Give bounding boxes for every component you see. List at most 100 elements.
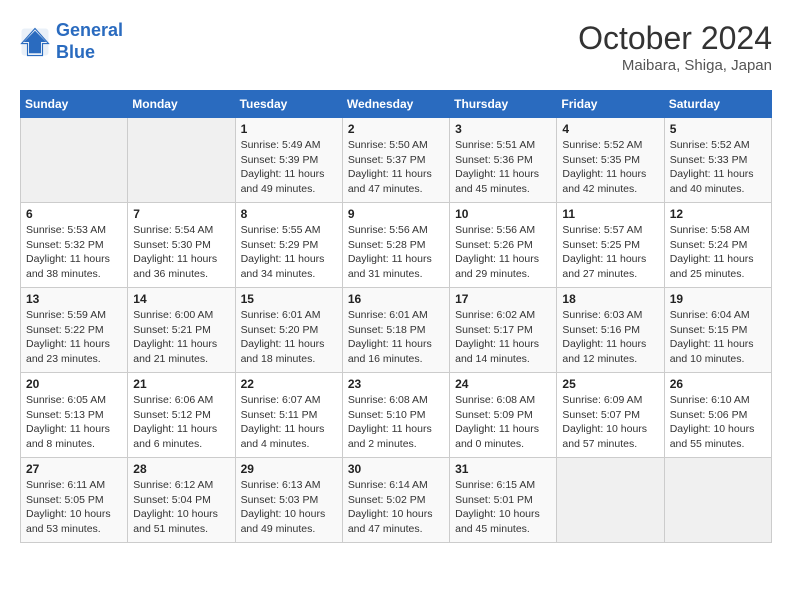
table-row: 8 Sunrise: 5:55 AMSunset: 5:29 PMDaylight… [235, 203, 342, 288]
day-info: Sunrise: 5:52 AMSunset: 5:33 PMDaylight:… [670, 138, 766, 197]
day-info: Sunrise: 6:00 AMSunset: 5:21 PMDaylight:… [133, 308, 229, 367]
day-number: 19 [670, 292, 766, 306]
table-row: 11Sunrise: 5:57 AMSunset: 5:25 PMDayligh… [557, 203, 664, 288]
table-row: 10 Sunrise: 5:56 AMSunset: 5:26 PMDayligh… [450, 203, 557, 288]
day-info: Sunrise: 5:53 AMSunset: 5:32 PMDaylight:… [26, 223, 122, 282]
table-row: 7 Sunrise: 5:54 AMSunset: 5:30 PMDaylight… [128, 203, 235, 288]
day-info: Sunrise: 6:09 AMSunset: 5:07 PMDaylight:… [562, 393, 658, 452]
day-number: 31 [455, 462, 551, 476]
day-info: Sunrise: 6:03 AMSunset: 5:16 PMDaylight:… [562, 308, 658, 367]
table-row: 2 Sunrise: 5:50 AMSunset: 5:37 PMDaylight… [342, 118, 449, 203]
table-row: 23 Sunrise: 6:08 AMSunset: 5:10 PMDayligh… [342, 373, 449, 458]
table-row: 27 Sunrise: 6:11 AMSunset: 5:05 PMDayligh… [21, 458, 128, 543]
table-row: 4Sunrise: 5:52 AMSunset: 5:35 PMDaylight… [557, 118, 664, 203]
table-row: 20Sunrise: 6:05 AMSunset: 5:13 PMDayligh… [21, 373, 128, 458]
table-row: 5 Sunrise: 5:52 AMSunset: 5:33 PMDaylight… [664, 118, 771, 203]
day-info: Sunrise: 5:59 AMSunset: 5:22 PMDaylight:… [26, 308, 122, 367]
day-number: 3 [455, 122, 551, 136]
day-info: Sunrise: 6:04 AMSunset: 5:15 PMDaylight:… [670, 308, 766, 367]
day-number: 29 [241, 462, 337, 476]
table-row: 6Sunrise: 5:53 AMSunset: 5:32 PMDaylight… [21, 203, 128, 288]
day-info: Sunrise: 6:08 AMSunset: 5:10 PMDaylight:… [348, 393, 444, 452]
day-info: Sunrise: 5:58 AMSunset: 5:24 PMDaylight:… [670, 223, 766, 282]
day-info: Sunrise: 5:54 AMSunset: 5:30 PMDaylight:… [133, 223, 229, 282]
logo: General Blue [20, 20, 123, 63]
day-number: 17 [455, 292, 551, 306]
logo-blue: Blue [56, 42, 123, 64]
table-row: 19 Sunrise: 6:04 AMSunset: 5:15 PMDayligh… [664, 288, 771, 373]
table-row: 25 Sunrise: 6:09 AMSunset: 5:07 PMDayligh… [557, 373, 664, 458]
day-number: 26 [670, 377, 766, 391]
day-info: Sunrise: 5:57 AMSunset: 5:25 PMDaylight:… [562, 223, 658, 282]
table-row: 21Sunrise: 6:06 AMSunset: 5:12 PMDayligh… [128, 373, 235, 458]
day-number: 25 [562, 377, 658, 391]
page-header: General Blue October 2024 Maibara, Shiga… [20, 20, 772, 74]
table-row: 15Sunrise: 6:01 AMSunset: 5:20 PMDayligh… [235, 288, 342, 373]
col-saturday: Saturday [664, 91, 771, 118]
col-sunday: Sunday [21, 91, 128, 118]
day-info: Sunrise: 5:55 AMSunset: 5:29 PMDaylight:… [241, 223, 337, 282]
day-number: 16 [348, 292, 444, 306]
day-info: Sunrise: 6:08 AMSunset: 5:09 PMDaylight:… [455, 393, 551, 452]
day-info: Sunrise: 6:10 AMSunset: 5:06 PMDaylight:… [670, 393, 766, 452]
table-row: 18 Sunrise: 6:03 AMSunset: 5:16 PMDayligh… [557, 288, 664, 373]
day-number: 18 [562, 292, 658, 306]
day-info: Sunrise: 5:52 AMSunset: 5:35 PMDaylight:… [562, 138, 658, 197]
table-row: 1 Sunrise: 5:49 AMSunset: 5:39 PMDaylight… [235, 118, 342, 203]
day-number: 13 [26, 292, 122, 306]
col-tuesday: Tuesday [235, 91, 342, 118]
day-info: Sunrise: 6:11 AMSunset: 5:05 PMDaylight:… [26, 478, 122, 537]
col-wednesday: Wednesday [342, 91, 449, 118]
day-info: Sunrise: 6:01 AMSunset: 5:20 PMDaylight:… [241, 308, 337, 367]
table-row: 26 Sunrise: 6:10 AMSunset: 5:06 PMDayligh… [664, 373, 771, 458]
day-number: 1 [241, 122, 337, 136]
table-row [21, 118, 128, 203]
day-number: 2 [348, 122, 444, 136]
table-row: 28Sunrise: 6:12 AMSunset: 5:04 PMDayligh… [128, 458, 235, 543]
logo-general: General [56, 20, 123, 40]
table-row [664, 458, 771, 543]
day-info: Sunrise: 5:51 AMSunset: 5:36 PMDaylight:… [455, 138, 551, 197]
day-info: Sunrise: 6:07 AMSunset: 5:11 PMDaylight:… [241, 393, 337, 452]
day-info: Sunrise: 6:14 AMSunset: 5:02 PMDaylight:… [348, 478, 444, 537]
table-row [557, 458, 664, 543]
table-row: 16 Sunrise: 6:01 AMSunset: 5:18 PMDayligh… [342, 288, 449, 373]
calendar-body: 1 Sunrise: 5:49 AMSunset: 5:39 PMDaylight… [21, 118, 772, 543]
location: Maibara, Shiga, Japan [578, 57, 772, 74]
day-info: Sunrise: 5:56 AMSunset: 5:26 PMDaylight:… [455, 223, 551, 282]
table-row: 9Sunrise: 5:56 AMSunset: 5:28 PMDaylight… [342, 203, 449, 288]
table-row: 12 Sunrise: 5:58 AMSunset: 5:24 PMDayligh… [664, 203, 771, 288]
day-number: 27 [26, 462, 122, 476]
calendar: Sunday Monday Tuesday Wednesday Thursday… [20, 90, 772, 543]
day-number: 7 [133, 207, 229, 221]
table-row: 31Sunrise: 6:15 AMSunset: 5:01 PMDayligh… [450, 458, 557, 543]
day-number: 20 [26, 377, 122, 391]
table-row: 30 Sunrise: 6:14 AMSunset: 5:02 PMDayligh… [342, 458, 449, 543]
day-number: 8 [241, 207, 337, 221]
day-number: 9 [348, 207, 444, 221]
table-row: 24 Sunrise: 6:08 AMSunset: 5:09 PMDayligh… [450, 373, 557, 458]
day-number: 23 [348, 377, 444, 391]
title-block: October 2024 Maibara, Shiga, Japan [578, 20, 772, 74]
day-number: 22 [241, 377, 337, 391]
day-number: 14 [133, 292, 229, 306]
day-info: Sunrise: 5:50 AMSunset: 5:37 PMDaylight:… [348, 138, 444, 197]
day-info: Sunrise: 5:49 AMSunset: 5:39 PMDaylight:… [241, 138, 337, 197]
table-row: 13 Sunrise: 5:59 AMSunset: 5:22 PMDayligh… [21, 288, 128, 373]
table-row: 29Sunrise: 6:13 AMSunset: 5:03 PMDayligh… [235, 458, 342, 543]
day-info: Sunrise: 6:06 AMSunset: 5:12 PMDaylight:… [133, 393, 229, 452]
table-row [128, 118, 235, 203]
day-info: Sunrise: 6:01 AMSunset: 5:18 PMDaylight:… [348, 308, 444, 367]
calendar-header: Sunday Monday Tuesday Wednesday Thursday… [21, 91, 772, 118]
table-row: 17 Sunrise: 6:02 AMSunset: 5:17 PMDayligh… [450, 288, 557, 373]
col-friday: Friday [557, 91, 664, 118]
day-number: 5 [670, 122, 766, 136]
day-info: Sunrise: 6:12 AMSunset: 5:04 PMDaylight:… [133, 478, 229, 537]
day-number: 12 [670, 207, 766, 221]
day-info: Sunrise: 6:02 AMSunset: 5:17 PMDaylight:… [455, 308, 551, 367]
day-number: 10 [455, 207, 551, 221]
day-number: 24 [455, 377, 551, 391]
logo-icon [20, 27, 50, 57]
day-number: 30 [348, 462, 444, 476]
col-monday: Monday [128, 91, 235, 118]
